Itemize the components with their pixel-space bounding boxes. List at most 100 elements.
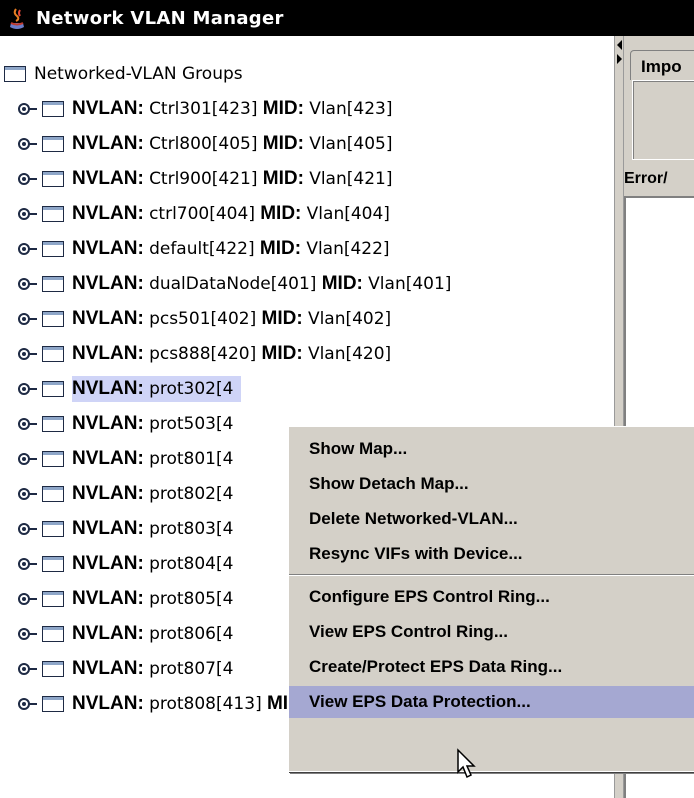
tree-node[interactable]: NVLAN: prot802[4 bbox=[0, 479, 241, 509]
tree-node-label: NVLAN: prot805[4 bbox=[72, 586, 241, 612]
nvlan-name: prot805[4 bbox=[149, 589, 234, 609]
mid-prefix: MID: bbox=[261, 308, 303, 329]
folder-icon bbox=[42, 416, 64, 432]
mid-value: Vlan[422] bbox=[306, 239, 390, 259]
nvlan-prefix: NVLAN: bbox=[72, 378, 144, 399]
mid-value: Vlan[420] bbox=[307, 344, 392, 364]
collapse-left-icon[interactable] bbox=[617, 40, 622, 50]
nvlan-prefix: NVLAN: bbox=[72, 518, 144, 539]
folder-icon bbox=[42, 696, 64, 712]
nvlan-name: prot807[4 bbox=[149, 659, 234, 679]
mouse-pointer-icon bbox=[457, 748, 476, 779]
nvlan-name: default[422] bbox=[149, 239, 255, 259]
expand-handle-icon[interactable] bbox=[18, 102, 37, 116]
panel-box bbox=[632, 80, 694, 160]
nvlan-prefix: NVLAN: bbox=[72, 168, 144, 189]
mid-value: Vlan[402] bbox=[307, 309, 392, 329]
menu-item[interactable]: Resync VIFs with Device... bbox=[289, 538, 694, 570]
menu-item[interactable]: View EPS Data Protection... bbox=[289, 686, 694, 718]
tree-node-label: NVLAN: prot803[4 bbox=[72, 516, 241, 542]
expand-handle-icon[interactable] bbox=[18, 277, 37, 291]
tree-node[interactable]: NVLAN: prot503[4 bbox=[0, 409, 241, 439]
nvlan-name: prot302[4 bbox=[149, 379, 234, 399]
nvlan-name: prot801[4 bbox=[149, 449, 234, 469]
mid-prefix: MID: bbox=[259, 238, 302, 259]
expand-handle-icon[interactable] bbox=[18, 347, 37, 361]
expand-handle-icon[interactable] bbox=[18, 312, 37, 326]
tree-node[interactable]: NVLAN: Ctrl800[405] MID: Vlan[405] bbox=[0, 129, 400, 159]
mid-prefix: MID: bbox=[321, 273, 363, 294]
tree-node[interactable]: NVLAN: prot801[4 bbox=[0, 444, 241, 474]
menu-item[interactable]: Show Map... bbox=[289, 433, 694, 465]
tree-node[interactable]: NVLAN: prot807[4 bbox=[0, 654, 241, 684]
folder-icon bbox=[42, 591, 64, 607]
nvlan-name: Ctrl900[421] bbox=[149, 169, 258, 189]
expand-handle-icon[interactable] bbox=[18, 417, 37, 431]
tree-node-label: NVLAN: dualDataNode[401] MID: Vlan[401] bbox=[72, 271, 459, 297]
menu-item[interactable]: Configure EPS Control Ring... bbox=[289, 581, 694, 613]
tree-node-label: NVLAN: Ctrl301[423] MID: Vlan[423] bbox=[72, 96, 400, 122]
menu-item[interactable]: Create/Protect EPS Data Ring... bbox=[289, 651, 694, 683]
folder-icon bbox=[42, 276, 64, 292]
tree-node-label: NVLAN: ctrl700[404] MID: Vlan[404] bbox=[72, 201, 398, 227]
tree-node[interactable]: NVLAN: pcs501[402] MID: Vlan[402] bbox=[0, 304, 399, 334]
menu-item[interactable]: View EPS Control Ring... bbox=[289, 616, 694, 648]
tree-node[interactable]: NVLAN: pcs888[420] MID: Vlan[420] bbox=[0, 339, 399, 369]
tree-node-label: NVLAN: prot503[4 bbox=[72, 411, 241, 437]
folder-icon bbox=[42, 521, 64, 537]
mid-value: Vlan[404] bbox=[306, 204, 390, 224]
tree-node[interactable]: NVLAN: prot803[4 bbox=[0, 514, 241, 544]
tab-import[interactable]: Impo bbox=[630, 50, 694, 80]
nvlan-name: ctrl700[404] bbox=[149, 204, 255, 224]
tree-node[interactable]: NVLAN: ctrl700[404] MID: Vlan[404] bbox=[0, 199, 398, 229]
tree-node[interactable]: NVLAN: prot806[4 bbox=[0, 619, 241, 649]
expand-handle-icon[interactable] bbox=[18, 662, 37, 676]
folder-icon bbox=[42, 206, 64, 222]
folder-icon bbox=[42, 381, 64, 397]
nvlan-name: dualDataNode[401] bbox=[149, 274, 317, 294]
tree-node-label: NVLAN: Ctrl900[421] MID: Vlan[421] bbox=[72, 166, 400, 192]
tree-root-label: Networked-VLAN Groups bbox=[34, 64, 243, 84]
tree-root[interactable]: Networked-VLAN Groups bbox=[4, 60, 243, 88]
expand-handle-icon[interactable] bbox=[18, 207, 37, 221]
tree-node-label: NVLAN: default[422] MID: Vlan[422] bbox=[72, 236, 398, 262]
title-bar: Network VLAN Manager bbox=[0, 0, 694, 36]
expand-handle-icon[interactable] bbox=[18, 452, 37, 466]
tree-node[interactable]: NVLAN: prot302[4 bbox=[0, 374, 242, 404]
tree-node[interactable]: NVLAN: prot804[4 bbox=[0, 549, 241, 579]
tree-node-label: NVLAN: prot801[4 bbox=[72, 446, 241, 472]
nvlan-name: pcs888[420] bbox=[149, 344, 257, 364]
tree-node[interactable]: NVLAN: Ctrl301[423] MID: Vlan[423] bbox=[0, 94, 400, 124]
nvlan-prefix: NVLAN: bbox=[72, 448, 144, 469]
nvlan-name: prot804[4 bbox=[149, 554, 234, 574]
expand-handle-icon[interactable] bbox=[18, 697, 37, 711]
expand-handle-icon[interactable] bbox=[18, 172, 37, 186]
expand-handle-icon[interactable] bbox=[18, 382, 37, 396]
window-title: Network VLAN Manager bbox=[36, 7, 284, 29]
expand-handle-icon[interactable] bbox=[18, 627, 37, 641]
tree-node-label: NVLAN: Ctrl800[405] MID: Vlan[405] bbox=[72, 131, 400, 157]
folder-icon bbox=[42, 626, 64, 642]
expand-handle-icon[interactable] bbox=[18, 557, 37, 571]
menu-item[interactable]: Delete Networked-VLAN... bbox=[289, 503, 694, 535]
mid-value: Vlan[401] bbox=[368, 274, 452, 294]
tree-node[interactable]: NVLAN: Ctrl900[421] MID: Vlan[421] bbox=[0, 164, 400, 194]
nvlan-name: prot806[4 bbox=[149, 624, 234, 644]
folder-icon bbox=[42, 486, 64, 502]
nvlan-prefix: NVLAN: bbox=[72, 98, 144, 119]
expand-handle-icon[interactable] bbox=[18, 242, 37, 256]
menu-item[interactable]: Show Detach Map... bbox=[289, 468, 694, 500]
tree-node[interactable]: NVLAN: default[422] MID: Vlan[422] bbox=[0, 234, 398, 264]
nvlan-prefix: NVLAN: bbox=[72, 553, 144, 574]
tree-node[interactable]: NVLAN: dualDataNode[401] MID: Vlan[401] bbox=[0, 269, 459, 299]
collapse-right-icon[interactable] bbox=[617, 54, 622, 64]
tree-node[interactable]: NVLAN: prot805[4 bbox=[0, 584, 241, 614]
tree-node-label: NVLAN: prot807[4 bbox=[72, 656, 241, 682]
expand-handle-icon[interactable] bbox=[18, 522, 37, 536]
mid-prefix: MID: bbox=[262, 98, 304, 119]
tree-node-label: NVLAN: prot806[4 bbox=[72, 621, 241, 647]
nvlan-name: prot802[4 bbox=[149, 484, 234, 504]
expand-handle-icon[interactable] bbox=[18, 487, 37, 501]
expand-handle-icon[interactable] bbox=[18, 592, 37, 606]
expand-handle-icon[interactable] bbox=[18, 137, 37, 151]
